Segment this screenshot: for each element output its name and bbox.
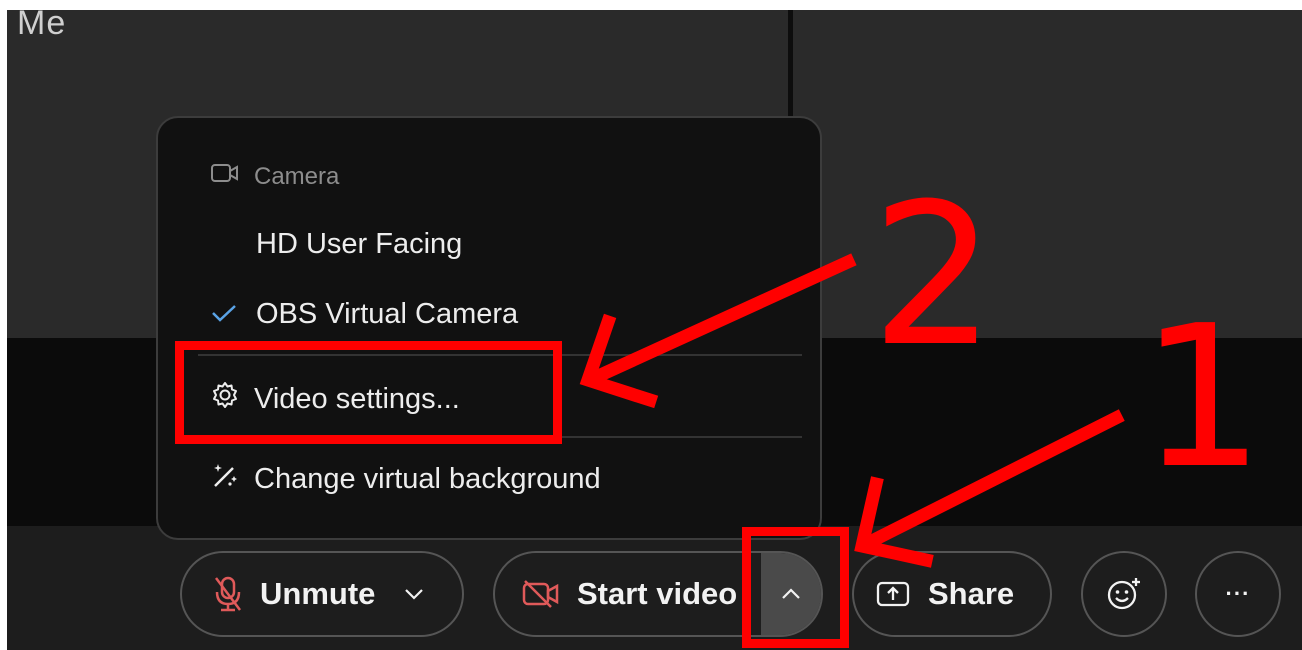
- arrow-to-video-toggle: [854, 409, 1125, 568]
- step-number-2: 2: [871, 162, 996, 390]
- annotation-arrows: [579, 253, 1125, 568]
- step-number-1: 1: [1140, 284, 1265, 512]
- meeting-window: Me Camera HD User Facing OBS Virtual Cam…: [0, 0, 1302, 650]
- arrow-to-video-settings: [579, 253, 857, 409]
